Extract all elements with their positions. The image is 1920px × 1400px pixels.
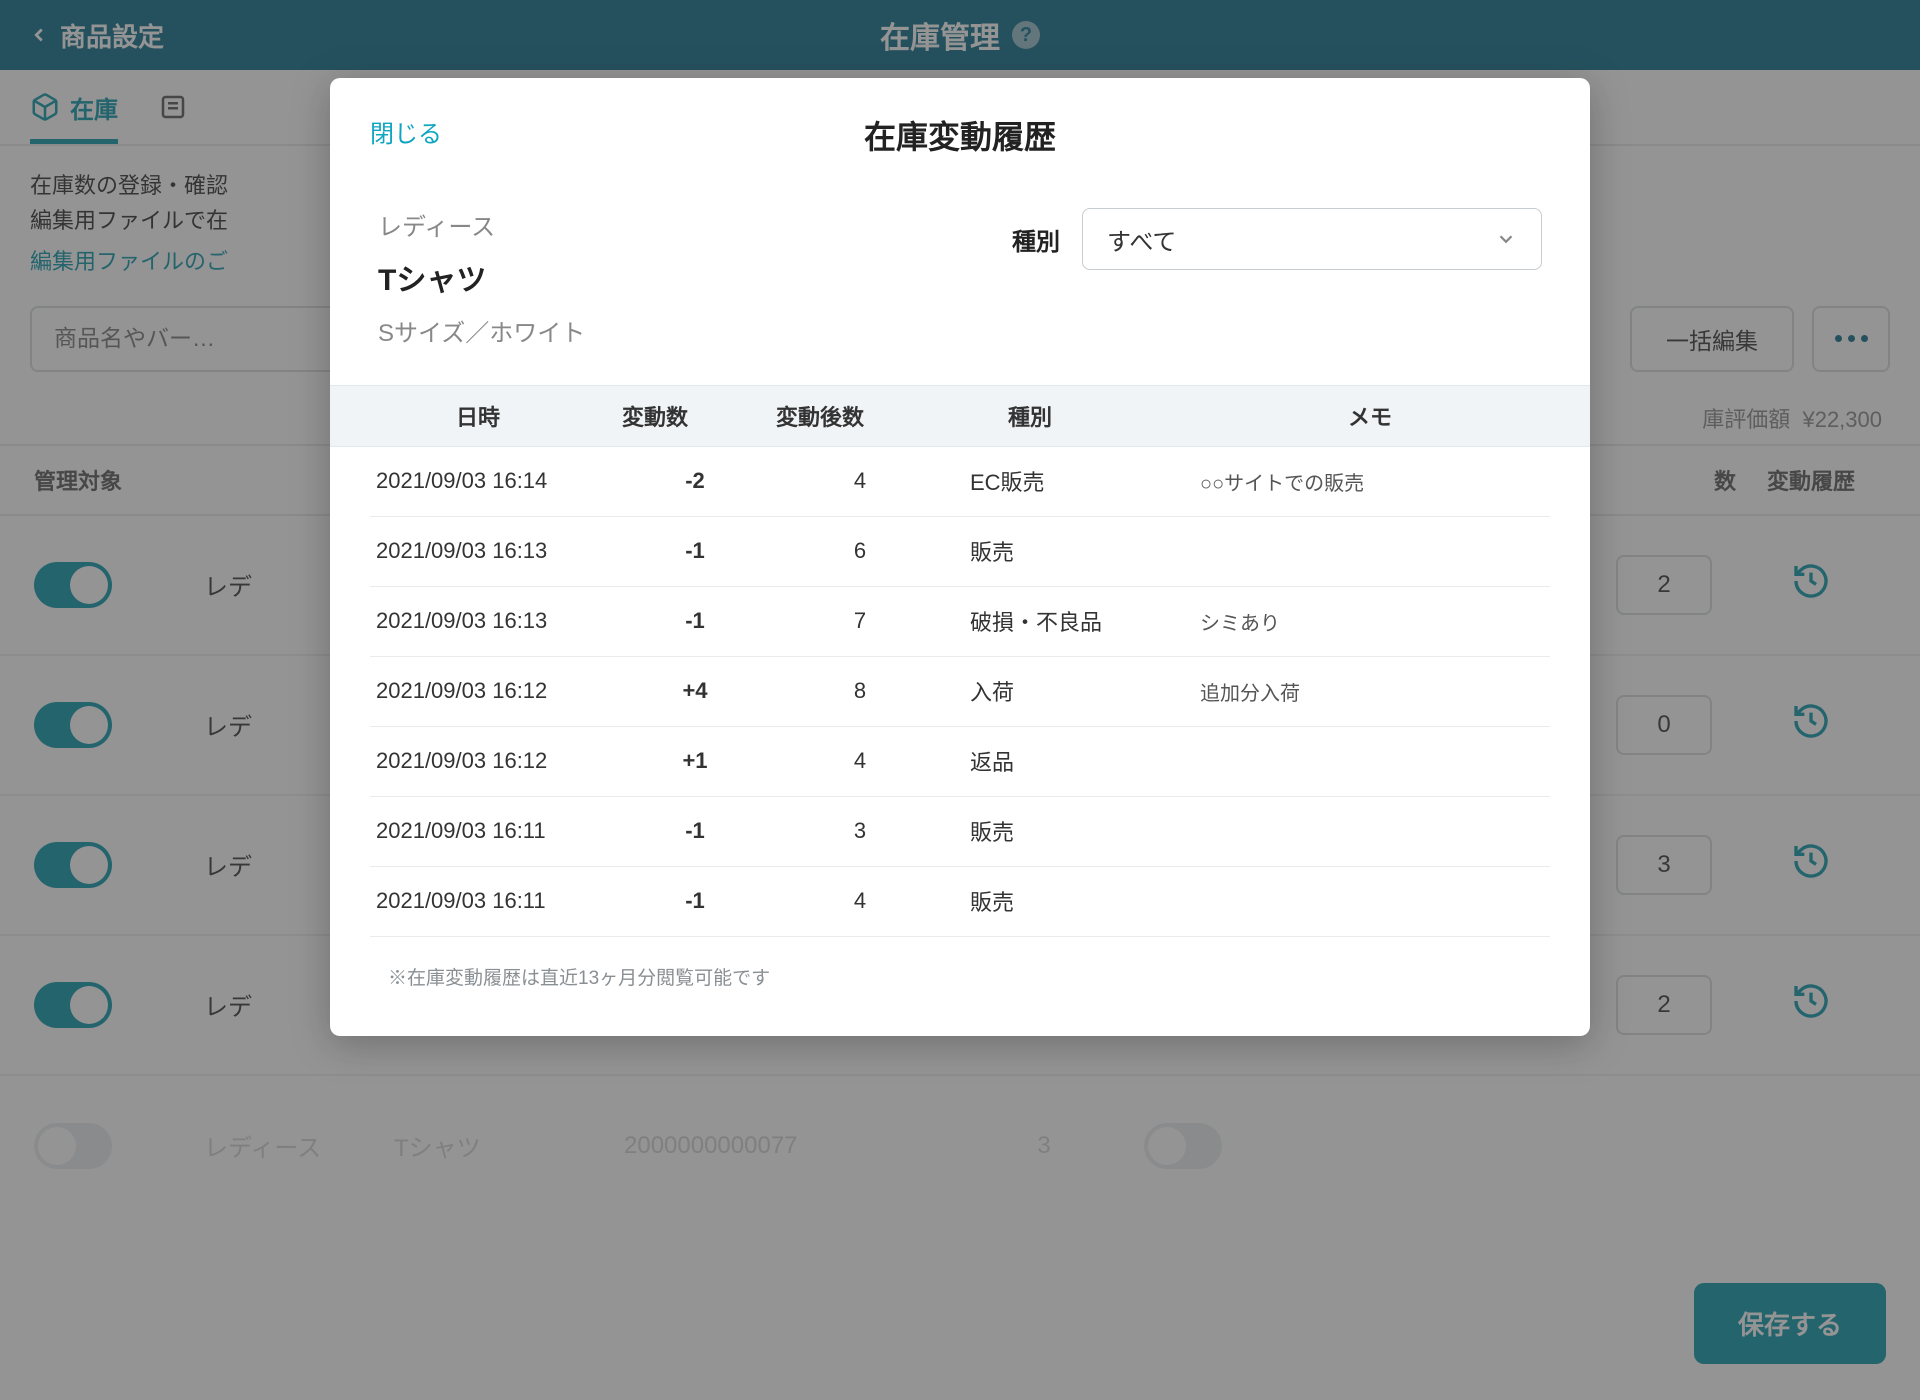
cell-type: 破損・不良品 [950,605,1190,637]
history-table: 日時 変動数 変動後数 種別 メモ 2021/09/03 16:14-24EC販… [330,385,1590,990]
modal-overlay[interactable]: 閉じる 在庫変動履歴 レディース Tシャツ Sサイズ／ホワイト 種別 すべて 日… [0,0,1920,1400]
modal-variant: Sサイズ／ホワイト [378,314,972,355]
cell-after: 4 [770,888,950,914]
history-row: 2021/09/03 16:11-14販売 [370,867,1550,937]
chevron-down-icon [1495,228,1517,250]
cell-change: -1 [620,608,770,634]
modal-product: Tシャツ [378,255,972,306]
cell-after: 3 [770,818,950,844]
cell-after: 7 [770,608,950,634]
cell-type: 入荷 [950,675,1190,707]
modal-title: 在庫変動履歴 [370,112,1550,158]
cell-date: 2021/09/03 16:11 [370,818,620,844]
cell-memo: シミあり [1190,607,1550,636]
cell-change: -1 [620,888,770,914]
col-memo: メモ [1150,400,1590,432]
col-change: 変動数 [580,400,730,432]
history-row: 2021/09/03 16:12+14返品 [370,727,1550,797]
cell-date: 2021/09/03 16:11 [370,888,620,914]
cell-type: EC販売 [950,465,1190,497]
cell-type: 販売 [950,535,1190,567]
col-type: 種別 [910,400,1150,432]
cell-memo: ○○サイトでの販売 [1190,467,1550,496]
cell-memo: 追加分入荷 [1190,677,1550,706]
history-footnote: ※在庫変動履歴は直近13ヶ月分閲覧可能です [330,937,1590,990]
modal-category: レディース [378,208,972,249]
cell-change: +1 [620,748,770,774]
history-row: 2021/09/03 16:11-13販売 [370,797,1550,867]
cell-change: +4 [620,678,770,704]
type-filter-value: すべて [1107,222,1176,257]
cell-change: -1 [620,818,770,844]
type-filter-select[interactable]: すべて [1082,208,1542,270]
history-table-head: 日時 変動数 変動後数 種別 メモ [330,385,1590,447]
type-filter-label: 種別 [1012,222,1060,257]
cell-type: 販売 [950,885,1190,917]
cell-date: 2021/09/03 16:14 [370,468,620,494]
cell-date: 2021/09/03 16:13 [370,538,620,564]
cell-after: 8 [770,678,950,704]
cell-change: -2 [620,468,770,494]
cell-date: 2021/09/03 16:12 [370,748,620,774]
cell-date: 2021/09/03 16:13 [370,608,620,634]
cell-after: 6 [770,538,950,564]
cell-after: 4 [770,468,950,494]
cell-after: 4 [770,748,950,774]
history-row: 2021/09/03 16:12+48入荷追加分入荷 [370,657,1550,727]
history-row: 2021/09/03 16:14-24EC販売○○サイトでの販売 [370,447,1550,517]
cell-type: 返品 [950,745,1190,777]
stock-history-modal: 閉じる 在庫変動履歴 レディース Tシャツ Sサイズ／ホワイト 種別 すべて 日… [330,78,1590,1036]
cell-date: 2021/09/03 16:12 [370,678,620,704]
history-row: 2021/09/03 16:13-17破損・不良品シミあり [370,587,1550,657]
col-after: 変動後数 [730,400,910,432]
col-date: 日時 [330,400,580,432]
cell-change: -1 [620,538,770,564]
history-row: 2021/09/03 16:13-16販売 [370,517,1550,587]
cell-type: 販売 [950,815,1190,847]
close-button[interactable]: 閉じる [370,114,442,149]
